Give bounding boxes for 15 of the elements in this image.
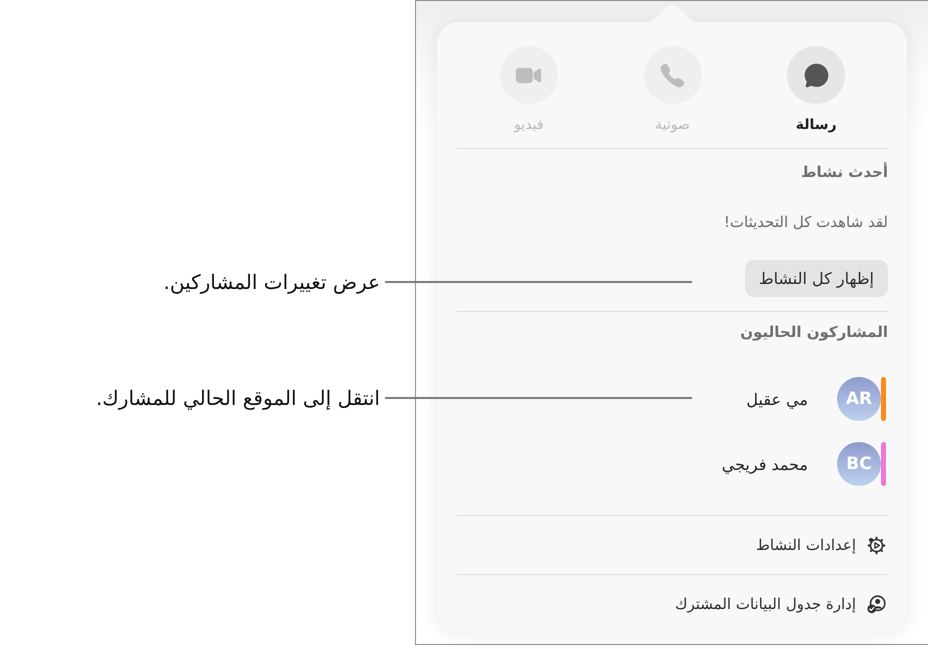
person-check-icon xyxy=(867,594,886,614)
status-message: لقد شاهدت كل التحديثات! xyxy=(724,212,888,232)
participant-name[interactable]: مي عقيل xyxy=(746,390,808,408)
avatar: BC xyxy=(837,442,881,486)
participant-name[interactable]: محمد فريجي xyxy=(722,454,808,474)
callout-text: انتقل إلى الموقع الحالي للمشارك. xyxy=(96,385,380,412)
message-button[interactable]: رسالة xyxy=(787,46,846,134)
gear-icon xyxy=(867,536,886,554)
manage-sharing-item[interactable]: إدارة جدول البيانات المشترك xyxy=(675,575,888,633)
section-heading: أحدث نشاط xyxy=(800,162,888,182)
avatar: AR xyxy=(837,377,881,421)
show-all-activity-button[interactable]: إظهار كل النشاط xyxy=(744,260,888,297)
activity-settings-item[interactable]: إعدادات النشاط xyxy=(756,516,888,574)
section-heading: المشاركون الحاليون xyxy=(740,322,888,342)
callout-text: عرض تغييرات المشاركين. xyxy=(163,269,380,296)
